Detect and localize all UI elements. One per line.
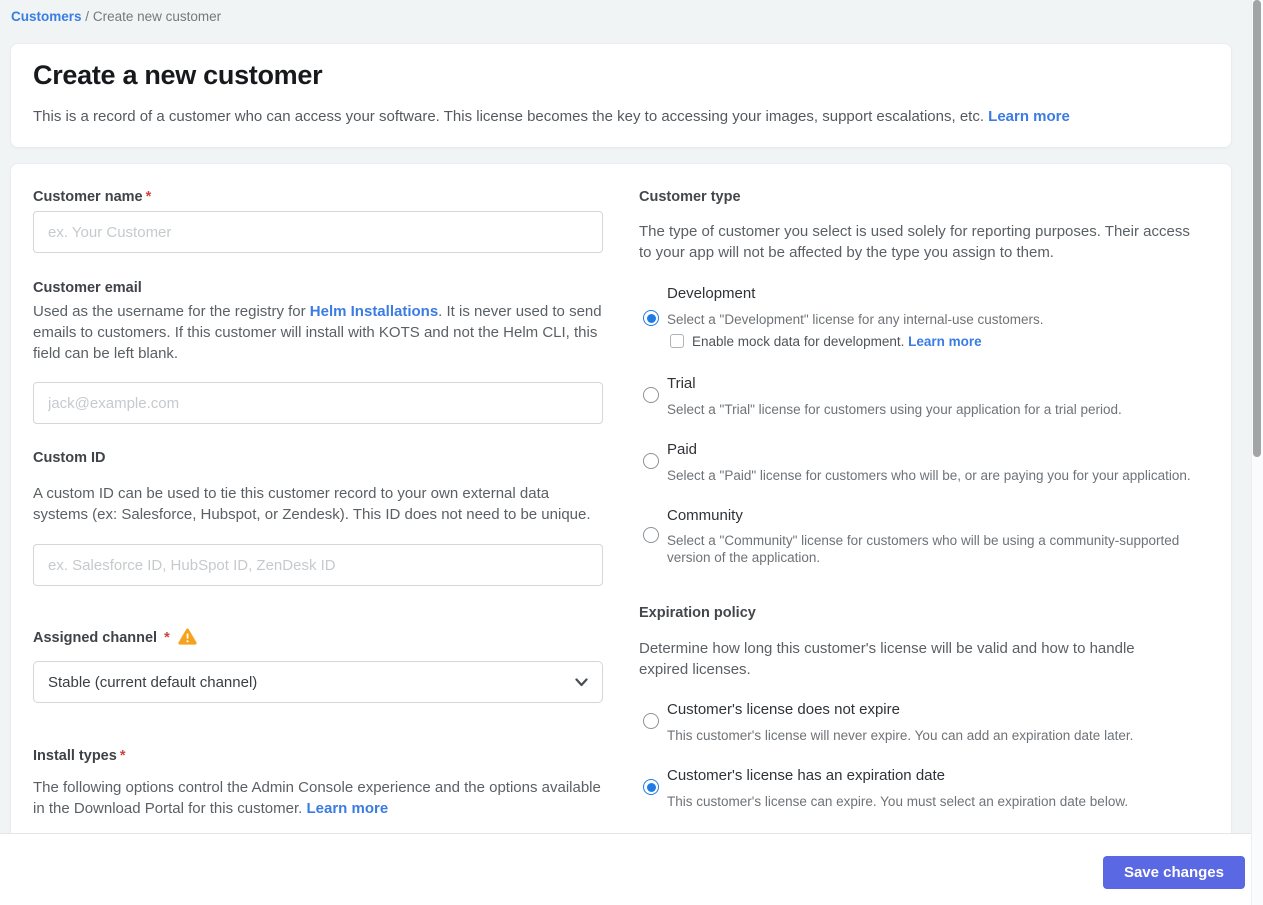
customer-email-help: Used as the username for the registry fo…	[33, 301, 608, 364]
customer-type-option-desc-trial: Select a "Trial" license for customers u…	[667, 402, 1122, 417]
page-description: This is a record of a customer who can a…	[33, 108, 1133, 125]
expiration-option-label-no-expire[interactable]: Customer's license does not expire	[667, 701, 900, 718]
install-types-label: Install types *	[33, 748, 126, 764]
breadcrumb-separator: /	[85, 9, 90, 24]
expiration-radio-no-expire[interactable]	[643, 713, 659, 729]
customer-type-radio-paid[interactable]	[643, 453, 659, 469]
customer-type-option-desc-community: Select a "Community" license for custome…	[667, 533, 1180, 565]
customer-type-option-desc-paid: Select a "Paid" license for customers wh…	[667, 468, 1191, 483]
customer-email-help-before: Used as the username for the registry fo…	[33, 303, 310, 320]
expiration-option-desc-no-expire: This customer's license will never expir…	[667, 728, 1134, 743]
save-changes-button[interactable]: Save changes	[1102, 856, 1245, 889]
custom-id-label: Custom ID	[33, 450, 106, 466]
breadcrumb: Customers / Create new customer	[11, 9, 221, 24]
required-asterisk: *	[145, 189, 152, 205]
customer-email-input[interactable]	[33, 382, 603, 424]
mock-data-learn-more-link[interactable]: Learn more	[908, 334, 982, 349]
header-learn-more-link[interactable]: Learn more	[988, 108, 1070, 125]
expiration-policy-description: Determine how long this customer's licen…	[639, 640, 1135, 678]
warning-triangle-icon	[178, 628, 197, 649]
customer-type-option-label-paid[interactable]: Paid	[667, 441, 697, 458]
customer-type-option-desc-development: Select a "Development" license for any i…	[667, 312, 1044, 327]
enable-mock-data-text: Enable mock data for development.	[692, 334, 909, 349]
customer-type-option-label-development[interactable]: Development	[667, 285, 755, 302]
customer-type-description: The type of customer you select is used …	[639, 223, 1190, 261]
chevron-down-icon	[575, 674, 588, 691]
customer-type-heading: Customer type	[639, 189, 741, 205]
customer-name-label: Customer name *	[33, 189, 152, 205]
customer-name-input[interactable]	[33, 211, 603, 253]
expiration-option-desc-has-date: This customer's license can expire. You …	[667, 794, 1129, 809]
required-asterisk: *	[119, 748, 126, 764]
assigned-channel-selected-value: Stable (current default channel)	[48, 673, 258, 691]
custom-id-input[interactable]	[33, 544, 603, 586]
expiration-policy-heading: Expiration policy	[639, 605, 756, 621]
enable-mock-data-label[interactable]: Enable mock data for development. Learn …	[692, 334, 982, 349]
install-types-help: The following options control the Admin …	[33, 777, 601, 819]
custom-id-help: A custom ID can be used to tie this cust…	[33, 485, 591, 523]
install-types-learn-more-link[interactable]: Learn more	[306, 800, 388, 817]
customer-type-radio-trial[interactable]	[643, 387, 659, 403]
footer-bar: Save changes	[0, 833, 1263, 905]
customer-type-option-label-community[interactable]: Community	[667, 507, 743, 524]
scrollbar-thumb[interactable]	[1253, 0, 1261, 457]
breadcrumb-current: Create new customer	[92, 9, 222, 24]
page-description-text: This is a record of a customer who can a…	[33, 108, 984, 125]
expiration-option-label-has-date[interactable]: Customer's license has an expiration dat…	[667, 767, 945, 784]
breadcrumb-customers-link[interactable]: Customers	[11, 9, 82, 24]
assigned-channel-select[interactable]: Stable (current default channel)	[33, 661, 603, 703]
helm-installations-link[interactable]: Helm Installations	[310, 303, 438, 320]
assigned-channel-label: Assigned channel *	[33, 628, 197, 649]
required-asterisk: *	[164, 630, 170, 646]
header-card	[10, 43, 1232, 148]
customer-email-label: Customer email	[33, 280, 142, 296]
customer-type-radio-development[interactable]	[643, 310, 659, 326]
expiration-radio-has-date[interactable]	[643, 779, 659, 795]
page-title: Create a new customer	[33, 60, 323, 90]
customer-type-radio-community[interactable]	[643, 527, 659, 543]
enable-mock-data-checkbox[interactable]	[670, 334, 684, 348]
customer-type-option-label-trial[interactable]: Trial	[667, 375, 696, 392]
